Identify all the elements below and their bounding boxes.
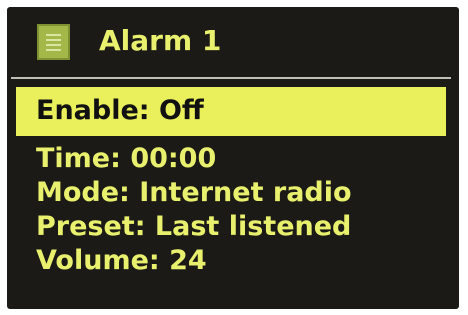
menu-line (46, 39, 61, 41)
header-divider (11, 77, 451, 79)
screen-header: Alarm 1 (7, 7, 459, 75)
menu-item-time[interactable]: Time: 00:00 (36, 141, 216, 177)
menu-item-label: Enable: Off (36, 95, 204, 126)
menu-item-volume[interactable]: Volume: 24 (36, 243, 207, 279)
menu-line (46, 34, 61, 36)
menu-line (46, 49, 61, 51)
menu-item-enable[interactable]: Enable: Off (16, 87, 446, 136)
menu-line (46, 44, 61, 46)
page-title: Alarm 1 (99, 24, 222, 57)
menu-item-preset[interactable]: Preset: Last listened (36, 209, 351, 245)
alarm-screen: Alarm 1 Enable: Off Time: 00:00 Mode: In… (7, 7, 459, 309)
menu-item-mode[interactable]: Mode: Internet radio (36, 175, 352, 211)
menu-icon (37, 24, 70, 60)
